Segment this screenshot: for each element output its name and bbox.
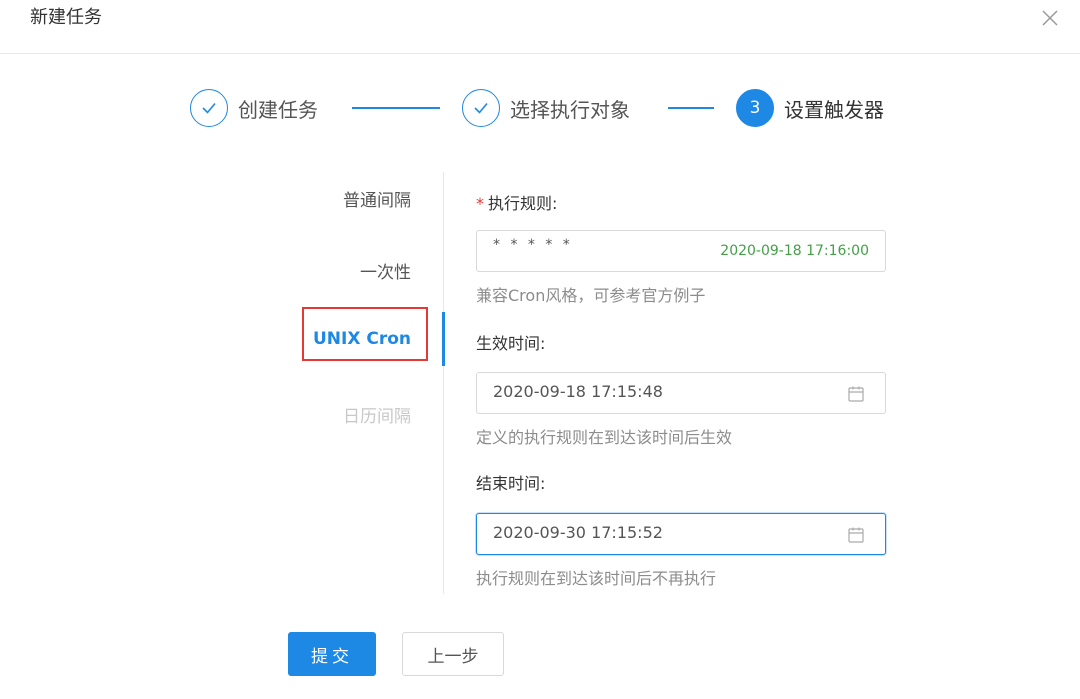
tab-one-time[interactable]: 一次性 — [360, 258, 411, 283]
cron-rule-input[interactable] — [493, 237, 723, 253]
tab-calendar-interval: 日历间隔 — [343, 407, 411, 427]
end-time-help-text: 执行规则在到达该时间后不再执行 — [476, 569, 717, 588]
active-tab-indicator — [442, 312, 445, 366]
previous-step-button[interactable]: 上一步 — [402, 632, 504, 676]
tab-unix-cron[interactable]: UNIX Cron — [313, 329, 411, 349]
start-time-input[interactable] — [493, 382, 723, 401]
end-time-field[interactable] — [476, 513, 886, 555]
rule-help-text: 兼容Cron风格，可参考官方例子 — [476, 286, 706, 305]
step-label: 设置触发器 — [784, 97, 884, 122]
calendar-icon[interactable] — [847, 526, 865, 544]
close-icon — [1042, 10, 1058, 26]
start-time-label: 生效时间: — [476, 334, 546, 353]
step-label: 选择执行对象 — [510, 97, 630, 122]
start-time-field[interactable] — [476, 372, 886, 414]
step-number: 3 — [736, 89, 774, 127]
tab-regular-interval[interactable]: 普通间隔 — [343, 186, 411, 211]
calendar-icon[interactable] — [847, 385, 865, 403]
end-time-input[interactable] — [493, 523, 723, 542]
check-icon — [462, 89, 500, 127]
start-time-help-text: 定义的执行规则在到达该时间后生效 — [476, 428, 733, 447]
step-connector — [668, 107, 714, 109]
rule-label: * 执行规则: — [476, 194, 558, 213]
step-label: 创建任务 — [238, 97, 318, 122]
check-icon — [190, 89, 228, 127]
next-run-time: 2020-09-18 17:16:00 — [720, 243, 869, 259]
dialog-title: 新建任务 — [30, 7, 102, 28]
dialog-header: 新建任务 — [0, 0, 1080, 54]
cron-rule-field[interactable]: 2020-09-18 17:16:00 — [476, 230, 886, 272]
end-time-label: 结束时间: — [476, 474, 546, 493]
step-create-task: 创建任务 — [190, 86, 318, 130]
close-button[interactable] — [1038, 6, 1062, 30]
step-select-target: 选择执行对象 — [462, 86, 630, 130]
step-indicator: 创建任务 选择执行对象 3 设置触发器 — [0, 86, 1080, 130]
trigger-type-tabs: 普通间隔 一次性 UNIX Cron 日历间隔 — [290, 172, 445, 594]
step-set-trigger: 3 设置触发器 — [736, 86, 884, 130]
new-task-dialog: 新建任务 创建任务 选择执行对象 3 设置触发器 普通间隔 一次性 UNIX C… — [0, 0, 1080, 699]
step-connector — [352, 107, 440, 109]
required-mark: * — [476, 194, 484, 213]
submit-button[interactable]: 提交 — [288, 632, 376, 676]
